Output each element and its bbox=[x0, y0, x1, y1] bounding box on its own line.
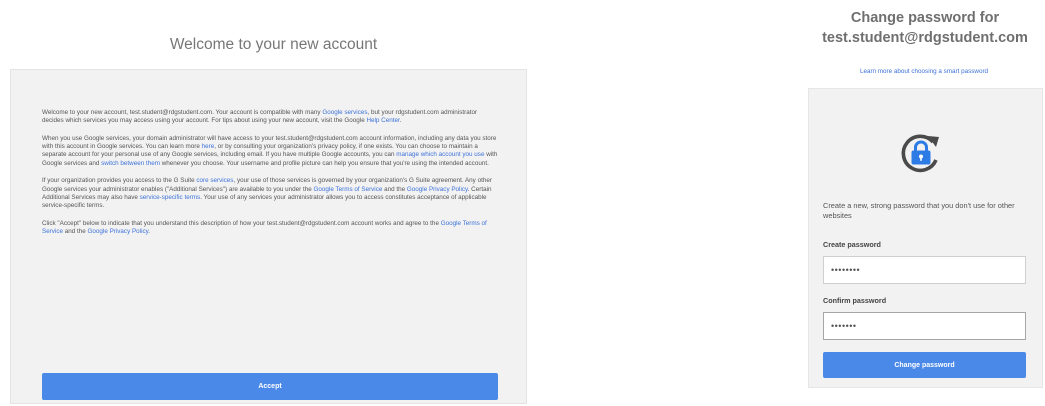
terms-text-segment: and the bbox=[63, 228, 88, 236]
learn-more-here-link[interactable]: here bbox=[202, 143, 215, 150]
change-password-card: Create a new, strong password that you d… bbox=[808, 88, 1043, 388]
terms-paragraph-4: Click "Accept" below to indicate that yo… bbox=[42, 220, 500, 236]
manage-account-link[interactable]: manage which account you use bbox=[396, 151, 484, 158]
terms-text-segment: . bbox=[399, 117, 402, 125]
account-email: test.student@rdgstudent.com bbox=[822, 30, 1028, 46]
core-services-link[interactable]: core services bbox=[196, 177, 233, 184]
privacy-policy-link[interactable]: Google Privacy Policy bbox=[88, 228, 149, 235]
accept-button[interactable]: Accept bbox=[42, 373, 498, 400]
create-password-label: Create password bbox=[823, 240, 881, 249]
help-center-link[interactable]: Help Center bbox=[366, 117, 399, 124]
heading-line-1: Change password for bbox=[850, 10, 1000, 26]
learn-more-password-link[interactable]: Learn more about choosing a smart passwo… bbox=[805, 68, 1043, 75]
terms-text-segment: whenever you choose. Your username and p… bbox=[159, 159, 489, 167]
switch-accounts-link[interactable]: switch between them bbox=[101, 160, 160, 167]
confirm-password-label: Confirm password bbox=[823, 296, 887, 305]
terms-of-service-link[interactable]: Google Terms of Service bbox=[314, 186, 383, 193]
lock-refresh-icon bbox=[901, 134, 939, 173]
privacy-policy-link[interactable]: Google Privacy Policy bbox=[407, 186, 468, 193]
terms-text-segment: Welcome to your new account, test.studen… bbox=[42, 109, 323, 116]
create-password-input[interactable] bbox=[823, 256, 1026, 284]
password-instructions: Create a new, strong password that you d… bbox=[823, 201, 1015, 220]
terms-text-segment: If your organization provides you access… bbox=[42, 177, 197, 185]
welcome-card: Welcome to your new account, test.studen… bbox=[10, 69, 527, 404]
terms-paragraph-1: Welcome to your new account, test.studen… bbox=[42, 109, 500, 125]
terms-text-segment: and the bbox=[382, 185, 407, 193]
change-password-heading: Change password for test.student@rdgstud… bbox=[780, 8, 1045, 48]
confirm-password-input[interactable] bbox=[823, 312, 1026, 340]
terms-paragraph-3: If your organization provides you access… bbox=[42, 177, 500, 210]
welcome-title: Welcome to your new account bbox=[169, 36, 378, 53]
terms-paragraph-2: When you use Google services, your domai… bbox=[42, 135, 500, 168]
terms-text: Welcome to your new account, test.studen… bbox=[42, 109, 500, 246]
service-specific-terms-link[interactable]: service-specific terms bbox=[140, 194, 201, 201]
terms-text-segment: . bbox=[148, 228, 151, 236]
google-services-link[interactable]: Google services bbox=[322, 109, 367, 116]
change-password-button[interactable]: Change password bbox=[823, 352, 1026, 378]
terms-text-segment: Click "Accept" below to indicate that yo… bbox=[42, 219, 441, 227]
